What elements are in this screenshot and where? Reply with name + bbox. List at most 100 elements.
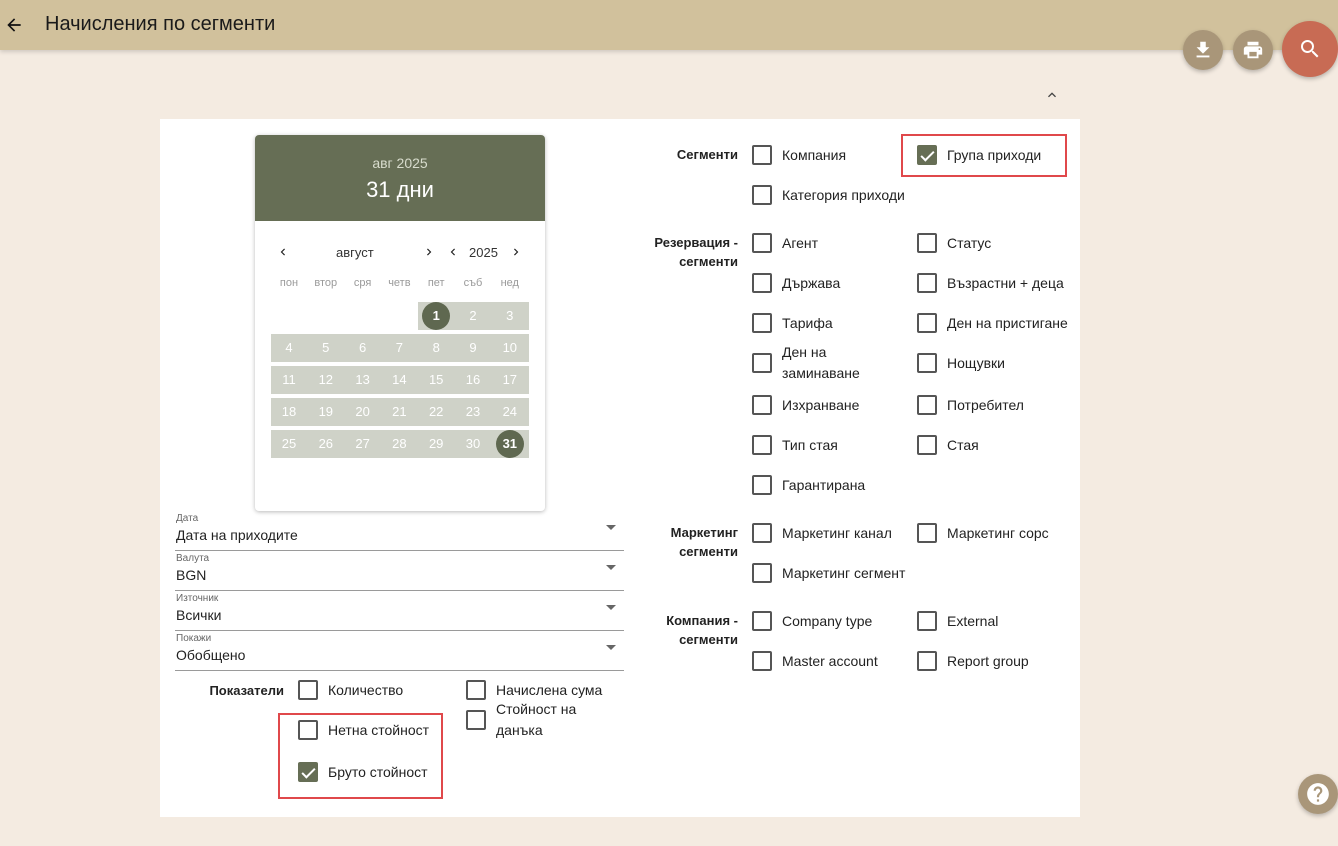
calendar-day[interactable]: 18 bbox=[271, 398, 307, 426]
calendar-day[interactable]: 15 bbox=[418, 366, 454, 394]
checkbox-box[interactable] bbox=[752, 233, 772, 253]
calendar-day[interactable]: 28 bbox=[381, 430, 417, 458]
calendar-day[interactable]: 27 bbox=[345, 430, 381, 458]
calendar-day[interactable]: 20 bbox=[345, 398, 381, 426]
checkbox-box[interactable] bbox=[752, 563, 772, 583]
display-mode-select[interactable]: Покажи Обобщено bbox=[175, 631, 624, 671]
checkbox-агент[interactable]: Агент bbox=[752, 232, 902, 254]
checkbox-стая[interactable]: Стая bbox=[917, 434, 1087, 456]
print-button[interactable] bbox=[1233, 30, 1273, 70]
calendar-day[interactable]: 12 bbox=[308, 366, 344, 394]
calendar-day[interactable]: 10 bbox=[492, 334, 528, 362]
calendar-day-number: 25 bbox=[281, 436, 297, 451]
checkbox-box[interactable] bbox=[466, 680, 486, 700]
help-button[interactable] bbox=[1298, 774, 1338, 814]
checkbox-маркетинг-сегмент[interactable]: Маркетинг сегмент bbox=[752, 562, 922, 584]
download-button[interactable] bbox=[1183, 30, 1223, 70]
checkbox-нощувки[interactable]: Нощувки bbox=[917, 352, 1087, 374]
calendar-day[interactable]: 24 bbox=[492, 398, 528, 426]
calendar-day[interactable]: 23 bbox=[455, 398, 491, 426]
checkbox-box[interactable] bbox=[917, 273, 937, 293]
checkbox-box[interactable] bbox=[917, 395, 937, 415]
chevron-up-icon bbox=[1048, 92, 1056, 98]
calendar-day[interactable]: 22 bbox=[418, 398, 454, 426]
checkbox-box[interactable] bbox=[752, 523, 772, 543]
calendar-day[interactable]: 6 bbox=[345, 334, 381, 362]
checkbox-държава[interactable]: Държава bbox=[752, 272, 902, 294]
calendar-day[interactable]: 5 bbox=[308, 334, 344, 362]
checkbox-box[interactable] bbox=[752, 353, 772, 373]
checkbox-възрастни-деца[interactable]: Възрастни + деца bbox=[917, 272, 1087, 294]
checkbox-box[interactable] bbox=[466, 710, 486, 730]
checkbox-изхранване[interactable]: Изхранване bbox=[752, 394, 902, 416]
checkbox-box[interactable] bbox=[752, 651, 772, 671]
checkbox-box[interactable] bbox=[917, 233, 937, 253]
checkbox-box[interactable] bbox=[917, 313, 937, 333]
checkbox-company-type[interactable]: Company type bbox=[752, 610, 902, 632]
checkbox-количество[interactable]: Количество bbox=[298, 679, 438, 701]
calendar-day[interactable]: 21 bbox=[381, 398, 417, 426]
calendar-day[interactable]: 25 bbox=[271, 430, 307, 458]
back-button[interactable] bbox=[0, 0, 28, 50]
checkbox-master-account[interactable]: Master account bbox=[752, 650, 902, 672]
calendar-day[interactable]: 9 bbox=[455, 334, 491, 362]
checkbox-box[interactable] bbox=[752, 185, 772, 205]
checkbox-box[interactable] bbox=[917, 435, 937, 455]
checkbox-box[interactable] bbox=[917, 523, 937, 543]
calendar-day[interactable]: 4 bbox=[271, 334, 307, 362]
calendar-day[interactable]: 16 bbox=[455, 366, 491, 394]
calendar-day[interactable]: 8 bbox=[418, 334, 454, 362]
calendar-day[interactable]: 1 bbox=[418, 302, 454, 330]
checkbox-гарантирана[interactable]: Гарантирана bbox=[752, 474, 902, 496]
checkbox-box[interactable] bbox=[298, 680, 318, 700]
next-month-button[interactable] bbox=[421, 241, 437, 263]
calendar-day[interactable]: 3 bbox=[492, 302, 528, 330]
collapse-filters-button[interactable] bbox=[1042, 86, 1062, 104]
source-select[interactable]: Източник Всички bbox=[175, 591, 624, 631]
prev-month-button[interactable] bbox=[275, 241, 291, 263]
marketing-segments-label: Маркетинг сегменти bbox=[670, 525, 738, 559]
calendar-day[interactable]: 13 bbox=[345, 366, 381, 394]
checkbox-box[interactable] bbox=[752, 475, 772, 495]
next-year-button[interactable] bbox=[508, 241, 524, 263]
calendar-day[interactable]: 7 bbox=[381, 334, 417, 362]
calendar-day-number: 11 bbox=[282, 372, 296, 387]
calendar-day[interactable]: 2 bbox=[455, 302, 491, 330]
calendar-day[interactable]: 14 bbox=[381, 366, 417, 394]
checkbox-маркетинг-сорс[interactable]: Маркетинг сорс bbox=[917, 522, 1087, 544]
checkbox-external[interactable]: External bbox=[917, 610, 1067, 632]
checkbox-box[interactable] bbox=[917, 651, 937, 671]
checkbox-тарифа[interactable]: Тарифа bbox=[752, 312, 902, 334]
checkbox-статус[interactable]: Статус bbox=[917, 232, 1087, 254]
checkbox-ден-на-заминаване[interactable]: Ден на заминаване bbox=[752, 344, 872, 381]
search-button[interactable] bbox=[1282, 21, 1338, 77]
checkbox-box[interactable] bbox=[752, 611, 772, 631]
checkbox-box[interactable] bbox=[917, 611, 937, 631]
checkbox-report-group[interactable]: Report group bbox=[917, 650, 1067, 672]
prev-year-button[interactable] bbox=[445, 241, 461, 263]
checkbox-компания[interactable]: Компания bbox=[752, 144, 902, 166]
calendar-day[interactable]: 26 bbox=[308, 430, 344, 458]
checkbox-box[interactable] bbox=[752, 435, 772, 455]
calendar-day[interactable]: 17 bbox=[492, 366, 528, 394]
calendar-day-number: 12 bbox=[318, 372, 334, 387]
checkbox-box[interactable] bbox=[752, 273, 772, 293]
checkbox-начислена-сума[interactable]: Начислена сума bbox=[466, 679, 626, 701]
checkbox-box[interactable] bbox=[752, 395, 772, 415]
calendar-day[interactable]: 19 bbox=[308, 398, 344, 426]
checkbox-категория-приходи[interactable]: Категория приходи bbox=[752, 184, 922, 206]
checkbox-box[interactable] bbox=[917, 353, 937, 373]
checkbox-маркетинг-канал[interactable]: Маркетинг канал bbox=[752, 522, 912, 544]
checkbox-box[interactable] bbox=[752, 313, 772, 333]
currency-select[interactable]: Валута BGN bbox=[175, 551, 624, 591]
checkbox-тип-стая[interactable]: Тип стая bbox=[752, 434, 902, 456]
calendar-day[interactable]: 11 bbox=[271, 366, 307, 394]
checkbox-box[interactable] bbox=[752, 145, 772, 165]
date-type-select[interactable]: Дата Дата на приходите bbox=[175, 511, 624, 551]
calendar-day[interactable]: 31 bbox=[492, 430, 528, 458]
checkbox-потребител[interactable]: Потребител bbox=[917, 394, 1087, 416]
checkbox-ден-на-пристигане[interactable]: Ден на пристигане bbox=[917, 312, 1087, 334]
calendar-day[interactable]: 30 bbox=[455, 430, 491, 458]
calendar-day[interactable]: 29 bbox=[418, 430, 454, 458]
checkbox-стойност-на-данъка[interactable]: Стойност на данъка bbox=[466, 701, 596, 738]
